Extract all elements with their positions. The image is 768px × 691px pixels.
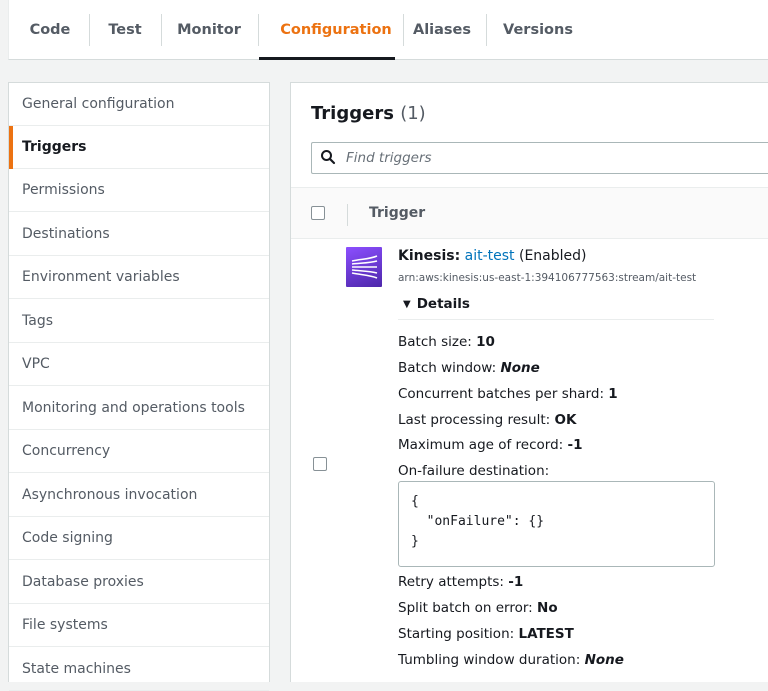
sidebar-item-code-signing[interactable]: Code signing xyxy=(9,517,269,560)
select-all-checkbox[interactable] xyxy=(311,206,325,220)
trigger-state: (Enabled) xyxy=(519,248,587,264)
details-label: Details xyxy=(416,296,470,312)
sidebar-item-asynchronous-invocation[interactable]: Asynchronous invocation xyxy=(9,474,269,517)
panel-title: Triggers (1) xyxy=(311,103,426,124)
configuration-sidebar: General configuration Triggers Permissio… xyxy=(8,82,270,691)
details-toggle[interactable]: ▼ Details xyxy=(403,296,470,312)
sidebar-item-file-systems[interactable]: File systems xyxy=(9,604,269,647)
prop-batch-size: Batch size: 10 xyxy=(398,334,495,350)
triggers-panel: Triggers (1) Trigger Kinesis: ait-test (… xyxy=(290,82,768,682)
sidebar-item-destinations[interactable]: Destinations xyxy=(9,213,269,256)
sidebar-item-database-proxies[interactable]: Database proxies xyxy=(9,561,269,604)
search-input[interactable] xyxy=(346,143,766,173)
table-header: Trigger xyxy=(291,187,768,239)
sidebar-item-concurrency[interactable]: Concurrency xyxy=(9,430,269,473)
row-checkbox[interactable] xyxy=(313,457,327,471)
on-failure-json: { "onFailure": {} } xyxy=(398,481,715,567)
trigger-count: (1) xyxy=(400,103,426,124)
sidebar-item-general-configuration[interactable]: General configuration xyxy=(9,83,269,126)
trigger-name-link[interactable]: ait-test xyxy=(465,248,515,264)
tab-divider xyxy=(258,14,259,46)
tab-aliases[interactable]: Aliases xyxy=(409,0,475,60)
tab-configuration[interactable]: Configuration xyxy=(273,0,399,60)
search-icon xyxy=(321,150,336,165)
prop-split-batch-on-error: Split batch on error: No xyxy=(398,600,558,616)
sidebar-item-permissions[interactable]: Permissions xyxy=(9,169,269,212)
prop-last-processing-result: Last processing result: OK xyxy=(398,412,577,428)
sidebar-item-state-machines[interactable]: State machines xyxy=(9,648,269,691)
panel-title-text: Triggers xyxy=(311,103,394,124)
sidebar-item-tags[interactable]: Tags xyxy=(9,300,269,343)
tab-divider xyxy=(403,14,404,46)
trigger-service: Kinesis xyxy=(398,248,455,264)
trigger-arn: arn:aws:kinesis:us-east-1:394106777563:s… xyxy=(398,272,697,284)
column-divider xyxy=(347,204,348,226)
column-header-trigger: Trigger xyxy=(369,205,426,221)
trigger-title: Kinesis: ait-test (Enabled) xyxy=(398,248,587,264)
sidebar-item-monitoring-and-operations-tools[interactable]: Monitoring and operations tools xyxy=(9,387,269,430)
tab-bar: Code Test Monitor Configuration Aliases … xyxy=(8,0,768,60)
sidebar-item-environment-variables[interactable]: Environment variables xyxy=(9,256,269,299)
kinesis-icon xyxy=(346,247,382,287)
sidebar-item-vpc[interactable]: VPC xyxy=(9,343,269,386)
prop-concurrent-batches: Concurrent batches per shard: 1 xyxy=(398,386,618,402)
tab-versions[interactable]: Versions xyxy=(501,0,575,60)
find-triggers-search xyxy=(311,142,768,174)
prop-on-failure-destination: On-failure destination: xyxy=(398,463,550,479)
prop-maximum-age-of-record: Maximum age of record: -1 xyxy=(398,437,583,453)
active-tab-indicator xyxy=(259,57,395,60)
trigger-separator: : xyxy=(454,248,461,264)
tab-divider xyxy=(89,14,90,46)
prop-batch-window: Batch window: None xyxy=(398,360,540,376)
tab-test[interactable]: Test xyxy=(101,0,149,60)
tab-code[interactable]: Code xyxy=(27,0,73,60)
tab-monitor[interactable]: Monitor xyxy=(175,0,243,60)
prop-starting-position: Starting position: LATEST xyxy=(398,626,574,642)
details-divider xyxy=(398,319,714,320)
prop-retry-attempts: Retry attempts: -1 xyxy=(398,574,524,590)
prop-tumbling-window-duration: Tumbling window duration: None xyxy=(398,652,624,668)
tab-divider xyxy=(161,14,162,46)
tab-divider xyxy=(486,14,487,46)
sidebar-item-triggers[interactable]: Triggers xyxy=(9,126,269,169)
caret-down-icon: ▼ xyxy=(403,299,411,310)
